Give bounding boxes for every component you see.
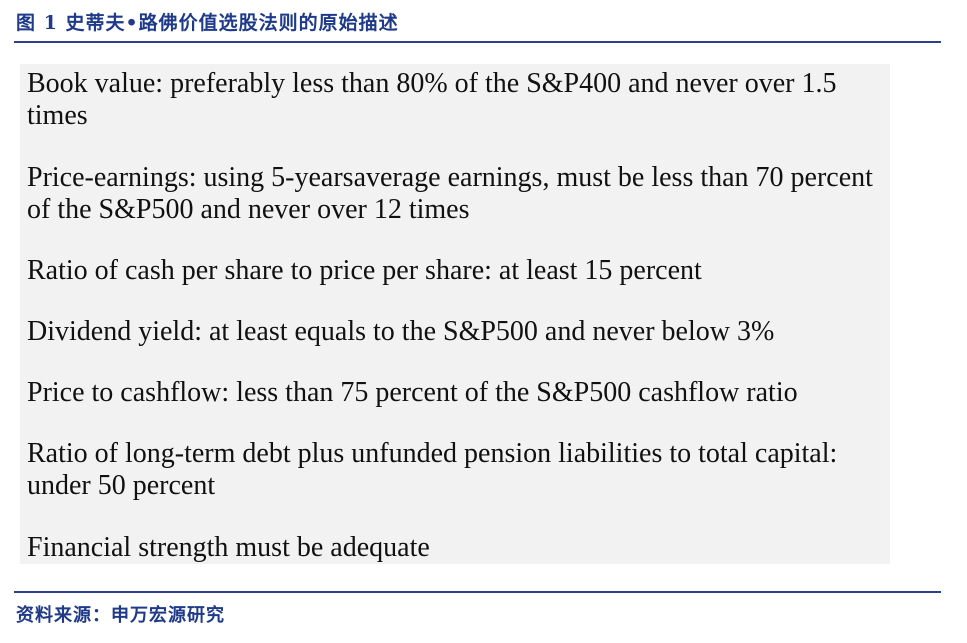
criterion-cash-to-price: Ratio of cash per share to price per sha…: [27, 255, 702, 286]
criteria-panel: Book value: preferably less than 80% of …: [20, 64, 890, 564]
criterion-dividend-yield: Dividend yield: at least equals to the S…: [27, 316, 775, 347]
title-divider: [14, 41, 941, 43]
source-divider: [14, 591, 941, 593]
criterion-debt-to-capital: Ratio of long-term debt plus unfunded pe…: [27, 438, 838, 501]
source-note: 资料来源：申万宏源研究: [16, 605, 225, 626]
criterion-price-earnings: Price-earnings: using 5-yearsaverage ear…: [27, 162, 873, 225]
criterion-book-value: Book value: preferably less than 80% of …: [27, 68, 837, 131]
criterion-financial-strength: Financial strength must be adequate: [27, 532, 430, 563]
criterion-price-to-cashflow: Price to cashflow: less than 75 percent …: [27, 377, 798, 408]
figure-title: 图 1 史蒂夫•路佛价值选股法则的原始描述: [16, 12, 399, 34]
